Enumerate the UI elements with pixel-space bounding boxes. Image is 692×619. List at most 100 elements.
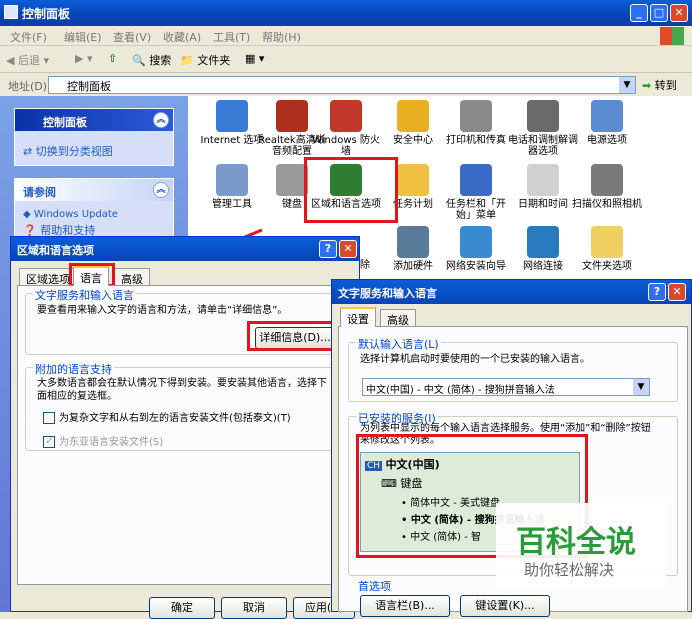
menu-edit[interactable]: 编辑(E) <box>64 29 102 45</box>
security-center-icon <box>397 100 429 132</box>
icon-date-time[interactable]: 日期和时间 <box>508 164 578 210</box>
east-asian-label: 为东亚语言安装文件(S) <box>59 437 164 448</box>
icon-printers-faxes[interactable]: 打印机和传真 <box>441 100 511 146</box>
back-label: 后退 <box>17 54 40 67</box>
close-button[interactable]: ✕ <box>668 283 686 301</box>
supplemental-title: 附加的语言支持 <box>33 361 114 377</box>
default-language-select[interactable]: 中文(中国) - 中文 (简体) - 搜狗拼音输入法 ▼ <box>362 378 650 396</box>
section-title: 控制面板 <box>43 116 87 129</box>
search-button[interactable]: 🔍 搜索 <box>132 52 171 68</box>
icon-phone-modem[interactable]: 电话和调制解调器选项 <box>508 100 578 157</box>
collapse-chevron-icon[interactable]: ︽ <box>153 112 169 128</box>
tab-settings[interactable]: 设置 <box>340 307 376 327</box>
go-button[interactable]: ➡ 转到 <box>642 77 677 93</box>
icon-label: 安全中心 <box>393 135 433 146</box>
up-folder-icon[interactable]: ⇧ <box>108 52 117 65</box>
admin-tools-icon <box>216 164 248 196</box>
watermark-logo: 百科全说 助你轻松解决 <box>496 503 666 589</box>
icon-label-fragment: 除 <box>360 260 370 271</box>
printers-faxes-icon <box>460 100 492 132</box>
language-bar-button[interactable]: 语言栏(B)... <box>360 595 450 617</box>
window-title: 控制面板 <box>22 7 71 21</box>
dialog2-title: 文字服务和输入语言 <box>338 287 437 300</box>
phone-modem-icon <box>527 100 559 132</box>
key-settings-button[interactable]: 键设置(K)... <box>460 595 550 617</box>
address-value: 控制面板 <box>67 80 111 93</box>
dropdown-arrow-icon[interactable]: ▼ <box>619 77 635 93</box>
windows-firewall-icon <box>330 100 362 132</box>
watermark-title: 百科全说 <box>516 525 636 560</box>
icon-label: 扫描仪和照相机 <box>572 199 642 210</box>
complex-script-label: 为复杂文字和从右到左的语言安装文件(包括泰文)(T) <box>59 413 291 424</box>
checkbox[interactable] <box>43 434 55 448</box>
views-button[interactable]: ▦ ▾ <box>245 52 264 65</box>
help-button[interactable]: ? <box>319 240 337 258</box>
dialog-titlebar: 区域和语言选项 ? ✕ <box>11 237 359 261</box>
default-language-description: 选择计算机启动时要使用的一个已安装的输入语言。 <box>360 354 590 365</box>
date-time-icon <box>527 164 559 196</box>
east-asian-checkbox[interactable]: 为东亚语言安装文件(S) <box>43 433 163 448</box>
complex-script-checkbox[interactable]: 为复杂文字和从右到左的语言安装文件(包括泰文)(T) <box>43 409 291 424</box>
close-button[interactable]: ✕ <box>670 4 688 22</box>
address-label: 地址(D) <box>8 80 48 93</box>
collapse-chevron-icon[interactable]: ︽ <box>153 182 169 198</box>
watermark-subtitle: 助你轻松解决 <box>524 561 615 579</box>
cancel-button[interactable]: 取消 <box>221 597 287 619</box>
tab-advanced[interactable]: 高级 <box>114 268 150 286</box>
text-services-description: 要查看用来输入文字的语言和方法，请单击“详细信息”。 <box>37 305 288 316</box>
icon-security-center[interactable]: 安全中心 <box>378 100 448 146</box>
maximize-button[interactable]: □ <box>650 4 668 22</box>
ok-button[interactable]: 确定 <box>149 597 215 619</box>
tab-advanced[interactable]: 高级 <box>380 309 416 327</box>
control-panel-section: 控制面板 ︽ ⇄ 切换到分类视图 <box>14 108 174 166</box>
realtek-audio-icon <box>276 100 308 132</box>
toolbar: ◀ 后退 ▾ ▶ ▾ ⇧ 🔍 搜索 📁 文件夹 ▦ ▾ <box>0 47 692 73</box>
power-options-icon <box>591 100 623 132</box>
menu-help[interactable]: 帮助(H) <box>262 29 301 45</box>
switch-label: 切换到分类视图 <box>35 145 113 158</box>
default-language-value: 中文(中国) - 中文 (简体) - 搜狗拼音输入法 <box>366 385 555 396</box>
icon-label: 电源选项 <box>587 135 627 146</box>
icon-label: Windows 防火墙 <box>312 135 380 157</box>
address-input[interactable]: 控制面板 ▼ <box>48 76 636 94</box>
icon-label: 打印机和传真 <box>446 135 506 146</box>
help-button[interactable]: ? <box>648 283 666 301</box>
folders-label: 文件夹 <box>197 54 231 67</box>
forward-button[interactable]: ▶ ▾ <box>75 52 92 65</box>
icon-label: 日期和时间 <box>518 199 568 210</box>
minimize-button[interactable]: _ <box>630 4 648 22</box>
supplemental-description: 大多数语言都会在默认情况下得到安装。要安装其他语言，选择下面相应的复选框。 <box>37 378 327 402</box>
region-language-dialog: 区域和语言选项 ? ✕ 区域选项 语言 高级 文字服务和输入语言 要查看用来输入… <box>10 236 360 619</box>
back-button[interactable]: ◀ 后退 ▾ <box>6 52 49 68</box>
taskbar-start-menu-icon <box>460 164 492 196</box>
search-label: 搜索 <box>149 54 172 67</box>
close-button[interactable]: ✕ <box>339 240 357 258</box>
windows-logo-icon <box>660 27 684 45</box>
menu-favorites[interactable]: 收藏(A) <box>163 29 201 45</box>
icon-power-options[interactable]: 电源选项 <box>572 100 642 146</box>
icon-windows-firewall[interactable]: Windows 防火墙 <box>311 100 381 157</box>
menu-bar: 文件(F) 编辑(E) 查看(V) 收藏(A) 工具(T) 帮助(H) <box>0 26 692 46</box>
icon-scanners-cameras[interactable]: 扫描仪和照相机 <box>572 164 642 210</box>
section-header: 控制面板 ︽ <box>15 109 173 131</box>
dialog-title: 区域和语言选项 <box>17 244 94 257</box>
scanners-cameras-icon <box>591 164 623 196</box>
dialog2-titlebar: 文字服务和输入语言 ? ✕ <box>332 280 691 304</box>
menu-file[interactable]: 文件(F) <box>10 29 47 45</box>
folders-button[interactable]: 📁 文件夹 <box>180 52 230 68</box>
tab-languages[interactable]: 语言 <box>73 266 109 286</box>
icon-label: 电话和调制解调器选项 <box>508 135 578 157</box>
see-also-header: 请参阅 ︽ <box>15 179 173 201</box>
checkbox[interactable] <box>43 412 55 424</box>
preferences-title: 首选项 <box>356 578 393 594</box>
see-also-title: 请参阅 <box>23 186 56 199</box>
internet-options-icon <box>216 100 248 132</box>
control-panel-icon <box>4 5 18 19</box>
windows-update-label: Windows Update <box>33 209 118 220</box>
menu-tools[interactable]: 工具(T) <box>213 29 250 45</box>
window-titlebar: 控制面板 _ □ ✕ <box>0 0 692 26</box>
switch-category-link[interactable]: ⇄ 切换到分类视图 <box>15 139 173 161</box>
dropdown-arrow-icon[interactable]: ▼ <box>633 379 649 395</box>
scheduled-tasks-icon <box>397 164 429 196</box>
menu-view[interactable]: 查看(V) <box>113 29 151 45</box>
